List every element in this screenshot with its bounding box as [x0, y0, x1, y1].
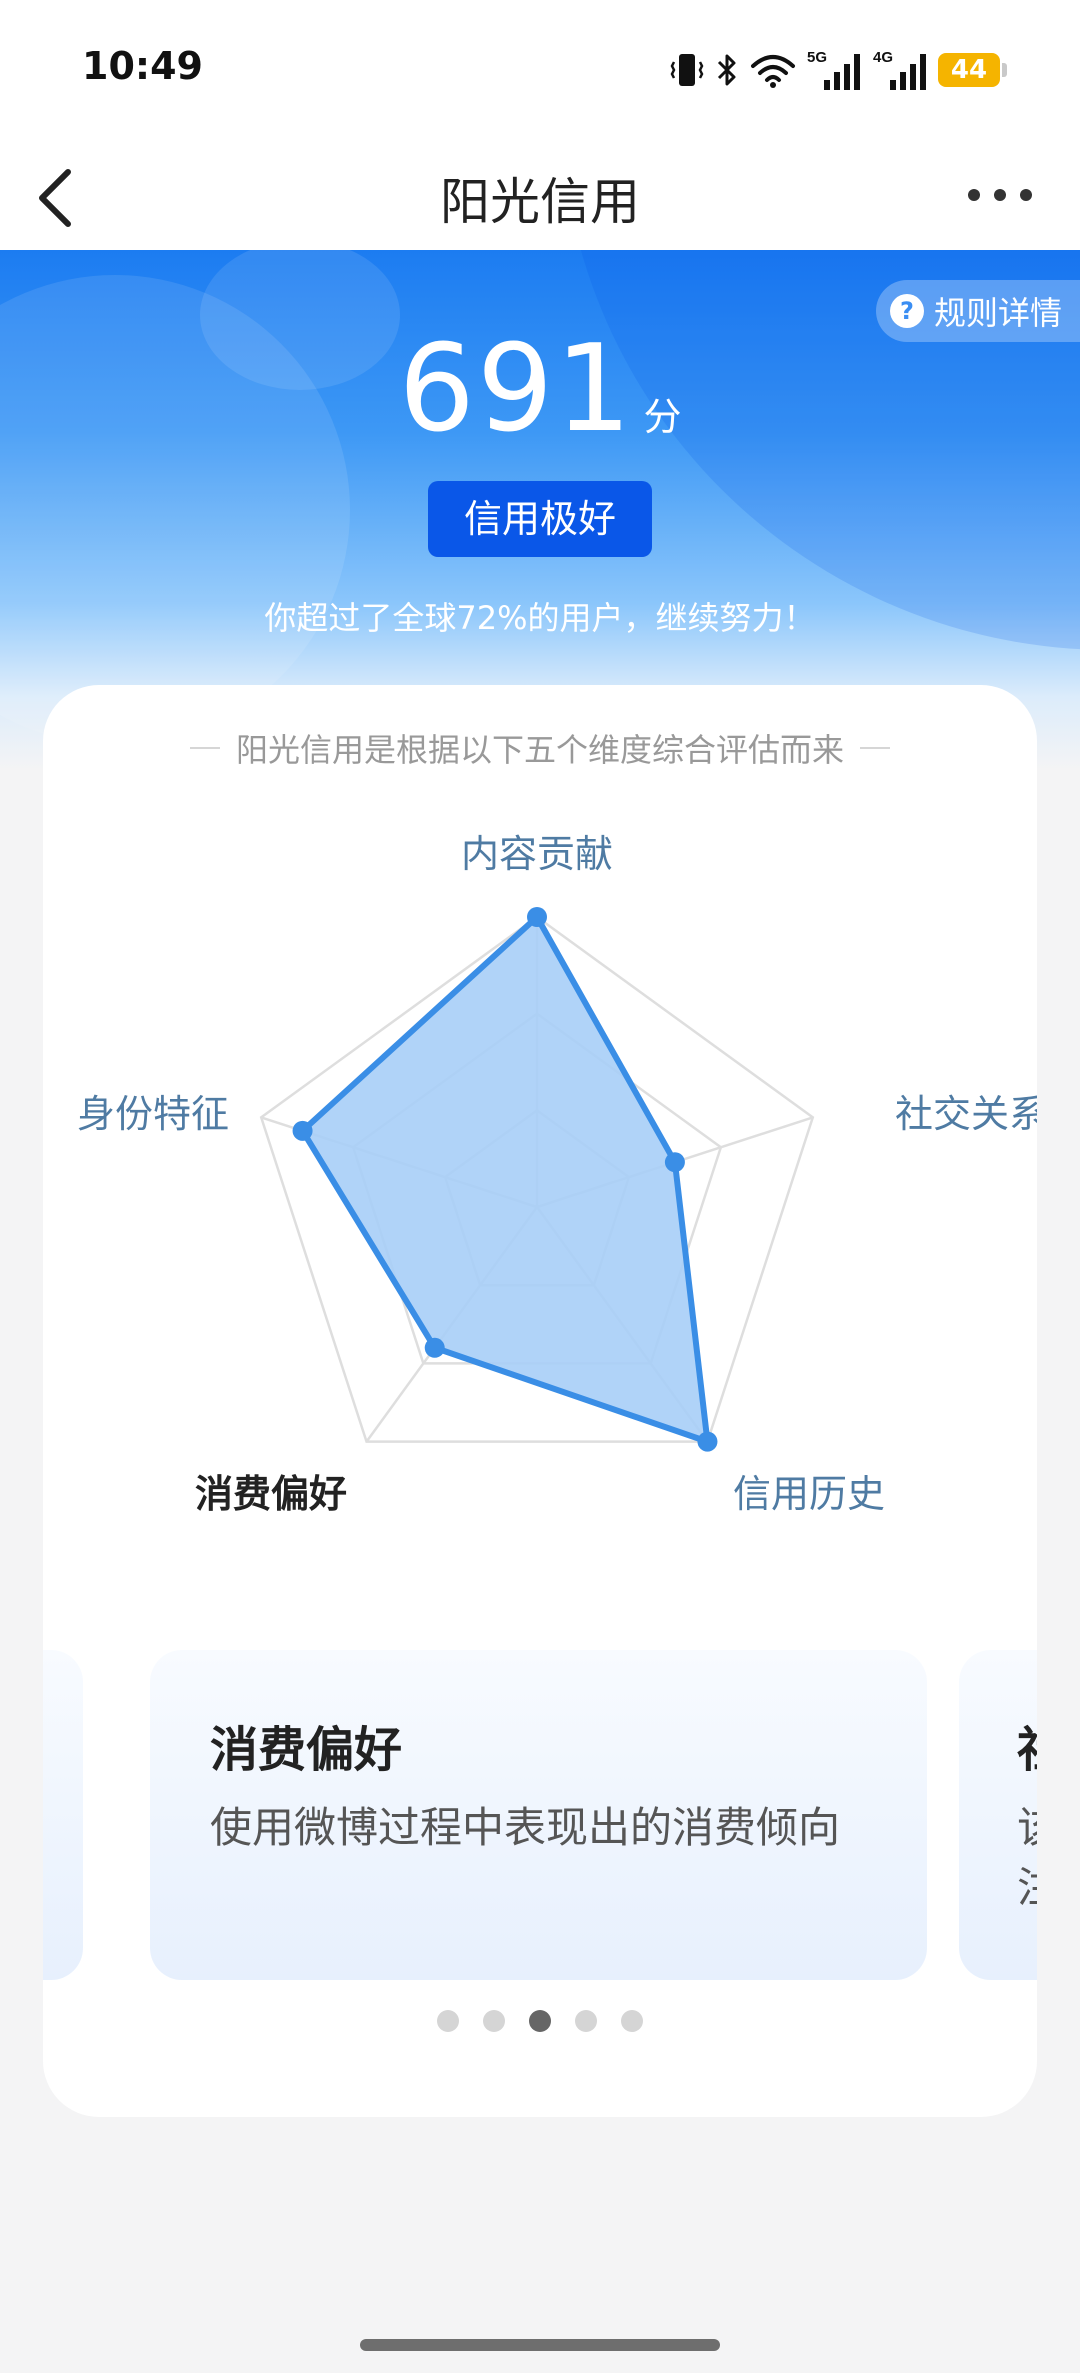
- radar-point: [664, 1152, 685, 1173]
- carousel-pagination: [43, 2010, 1037, 2032]
- score-unit: 分: [643, 395, 682, 439]
- more-dots-icon: [968, 189, 980, 201]
- score-description: 你超过了全球72%的用户，继续努力！: [264, 599, 816, 637]
- credit-dimensions-card: 阳光信用是根据以下五个维度综合评估而来 内容贡献 社交关系 信用历史 消费偏好 身份特征…: [43, 685, 1037, 2117]
- dimension-slide[interactable]: 社 该注: [959, 1650, 1037, 1980]
- svg-text:5G: 5G: [807, 49, 827, 66]
- score-display: 691 分: [0, 320, 1080, 459]
- home-indicator[interactable]: [360, 2339, 720, 2351]
- radar-axis-label[interactable]: 身份特征: [77, 1092, 229, 1136]
- more-dots-icon: [1020, 189, 1032, 201]
- signal-5g-icon: 5G: [807, 49, 860, 90]
- dimension-slide[interactable]: [43, 1650, 83, 1980]
- pagination-dot[interactable]: [529, 2010, 551, 2032]
- svg-text:4G: 4G: [873, 49, 893, 66]
- page-title: 阳光信用: [440, 173, 640, 231]
- slide-desc: 该注: [1017, 1798, 1037, 1918]
- pagination-dot[interactable]: [575, 2010, 597, 2032]
- radar-axis-label[interactable]: 社交关系: [895, 1092, 1037, 1136]
- radar-axis-label[interactable]: 信用历史: [733, 1472, 885, 1516]
- card-heading-text: 阳光信用是根据以下五个维度综合评估而来: [235, 731, 844, 769]
- wifi-icon: [751, 55, 795, 88]
- radar-point: [424, 1337, 445, 1358]
- nav-bar: 阳光信用: [0, 140, 1080, 250]
- pagination-dot[interactable]: [483, 2010, 505, 2032]
- more-button[interactable]: [950, 160, 1050, 230]
- radar-point: [697, 1431, 718, 1452]
- radar-axis-label[interactable]: 内容贡献: [461, 832, 613, 876]
- card-heading: 阳光信用是根据以下五个维度综合评估而来: [43, 725, 1037, 771]
- divider: [860, 747, 890, 749]
- vibrate-icon: [670, 54, 704, 86]
- status-icons: 5G 4G 44: [670, 48, 1007, 92]
- radar-point: [292, 1120, 313, 1141]
- signal-4g-icon: 4G: [873, 49, 926, 90]
- slide-title: 消费偏好: [210, 1722, 403, 1778]
- battery-icon: 44: [938, 53, 1007, 87]
- pagination-dot[interactable]: [621, 2010, 643, 2032]
- more-dots-icon: [994, 189, 1006, 201]
- radar-point: [527, 907, 547, 927]
- dimension-slide-active[interactable]: 消费偏好 使用微博过程中表现出的消费倾向: [150, 1650, 927, 1980]
- radar-chart: 内容贡献社交关系信用历史 消费偏好 身份特征: [77, 832, 1037, 1516]
- slide-title: 社: [1017, 1710, 1037, 1780]
- slide-desc: 使用微博过程中表现出的消费倾向: [210, 1803, 841, 1852]
- credit-level-badge: 信用极好: [428, 481, 652, 557]
- divider: [189, 747, 220, 749]
- pagination-dot[interactable]: [437, 2010, 459, 2032]
- status-bar: 10:49 5G 4G 44: [0, 0, 1080, 140]
- status-time: 10:49: [82, 44, 203, 88]
- dimension-carousel[interactable]: 消费偏好 使用微博过程中表现出的消费倾向 社 该注: [43, 1650, 1037, 1980]
- bluetooth-icon: [717, 54, 736, 86]
- radar-axis-label[interactable]: 消费偏好: [195, 1472, 347, 1516]
- credit-score: 691: [398, 320, 634, 459]
